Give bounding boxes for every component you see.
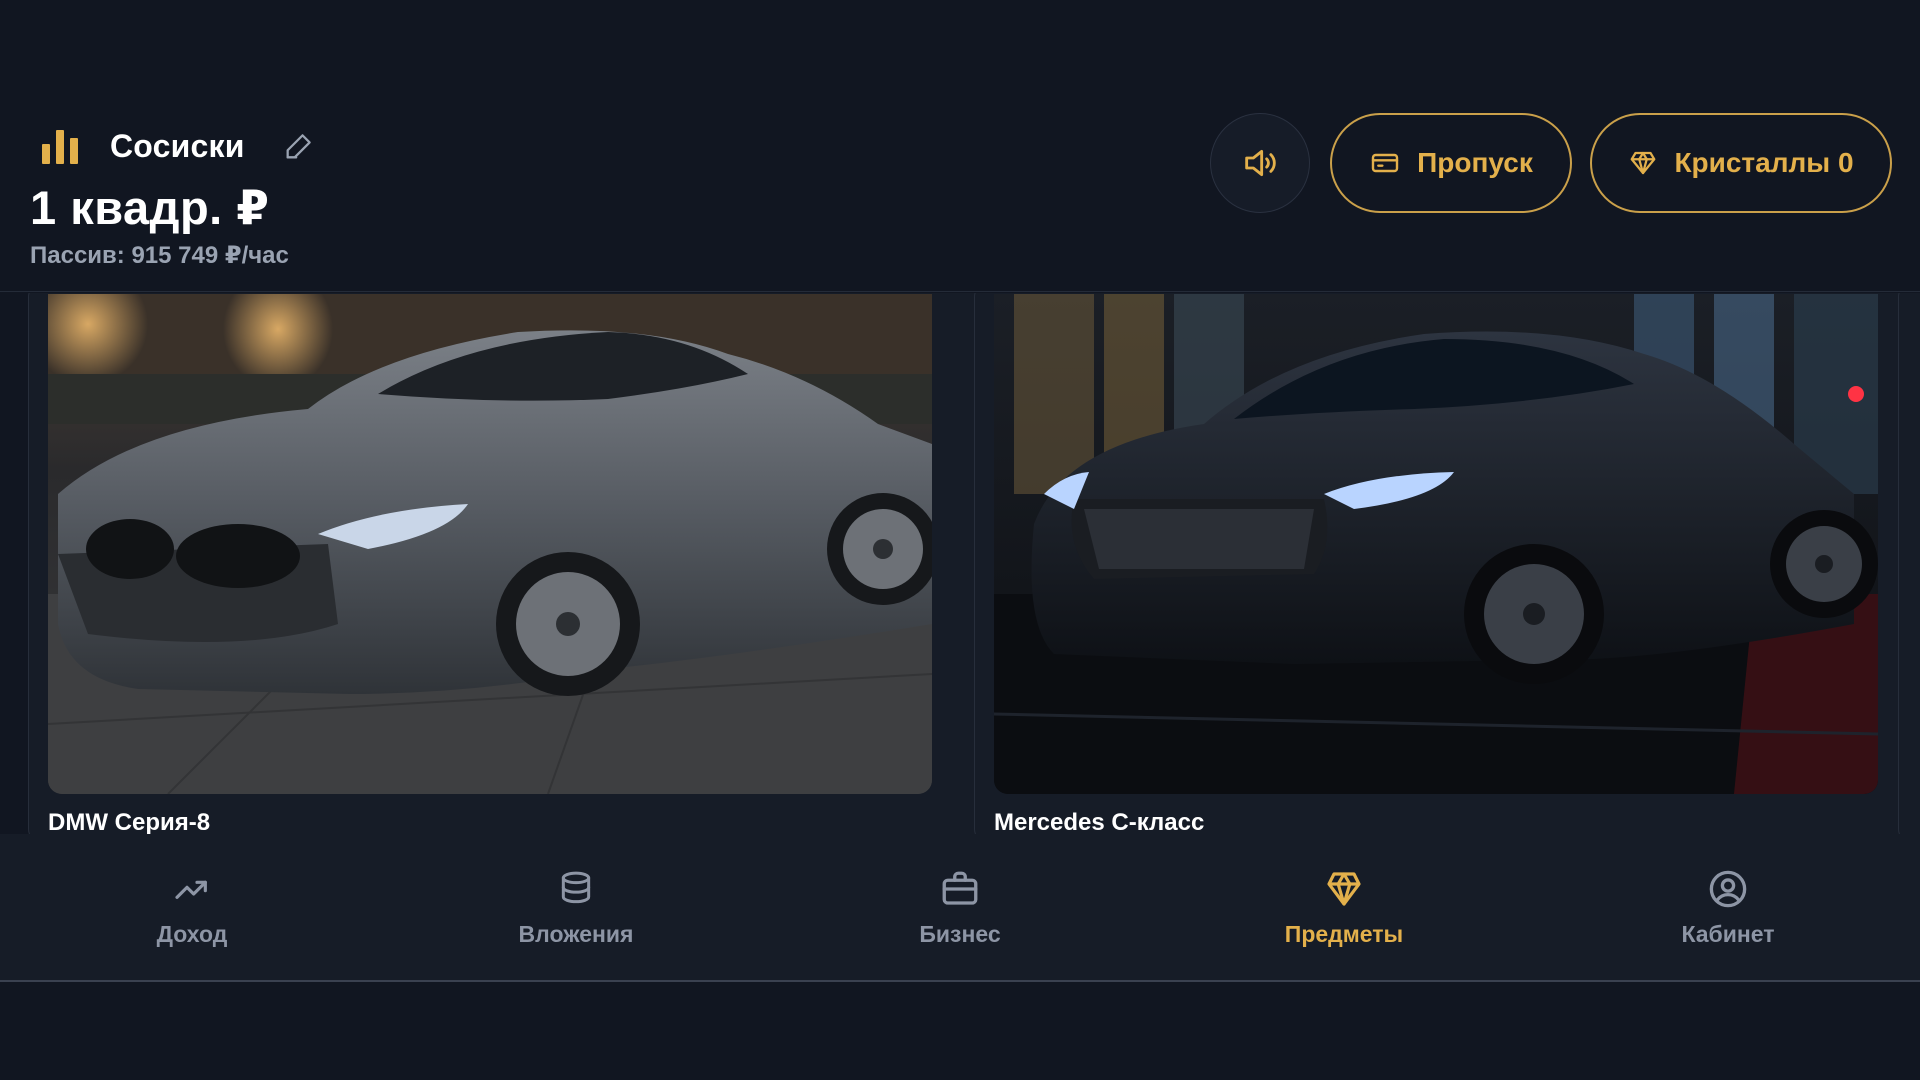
crystals-button[interactable]: Кристаллы 0 bbox=[1590, 113, 1892, 213]
user-circle-icon bbox=[1706, 867, 1750, 911]
car-image bbox=[48, 294, 932, 794]
nav-label: Вложения bbox=[518, 920, 634, 947]
database-icon bbox=[554, 867, 598, 911]
nav-label: Бизнес bbox=[919, 920, 1001, 947]
bar-chart-icon bbox=[42, 128, 82, 164]
item-title: Mercedes C-класс bbox=[994, 809, 1205, 834]
sound-button[interactable] bbox=[1210, 113, 1310, 213]
trending-up-icon bbox=[170, 867, 214, 911]
app-screen: Сосиски 1 квадр. ₽ Пассив: 915 749 ₽/час bbox=[0, 0, 1920, 1080]
car-image bbox=[994, 294, 1878, 794]
pass-button-label: Пропуск bbox=[1417, 147, 1533, 178]
diamond-icon bbox=[1322, 867, 1366, 911]
nav-item-income[interactable]: Доход bbox=[0, 834, 384, 980]
nav-item-cabinet[interactable]: Кабинет bbox=[1536, 834, 1920, 980]
nav-label: Доход bbox=[156, 920, 228, 947]
briefcase-icon bbox=[938, 867, 982, 911]
footer-space bbox=[0, 982, 1920, 1080]
speaker-icon bbox=[1245, 149, 1276, 177]
balance: 1 квадр. ₽ bbox=[30, 181, 270, 234]
item-card[interactable]: Mercedes C-класс bbox=[974, 293, 1920, 834]
group-title-row: Сосиски bbox=[42, 122, 319, 170]
nav-label: Кабинет bbox=[1681, 920, 1775, 947]
crystals-button-label: Кристаллы 0 bbox=[1674, 147, 1854, 178]
item-title: DMW Серия-8 bbox=[48, 809, 211, 834]
nav-item-business[interactable]: Бизнес bbox=[768, 834, 1152, 980]
item-card-partial[interactable] bbox=[1898, 293, 1920, 834]
pass-button[interactable]: Пропуск bbox=[1330, 113, 1572, 213]
items-grid: DMW Серия-8 Mercedes C-класс bbox=[0, 293, 1920, 834]
nav-item-investments[interactable]: Вложения bbox=[384, 834, 768, 980]
ticket-icon bbox=[1371, 153, 1399, 173]
header: Сосиски 1 квадр. ₽ Пассив: 915 749 ₽/час bbox=[0, 0, 1920, 292]
nav-label: Предметы bbox=[1284, 920, 1404, 947]
bottom-nav: Доход Вложения Бизнес Предметы Кабинет bbox=[0, 834, 1920, 982]
diamond-icon bbox=[1631, 151, 1656, 175]
passive-income: Пассив: 915 749 ₽/час bbox=[30, 242, 289, 269]
group-name: Сосиски bbox=[110, 127, 245, 164]
nav-item-items[interactable]: Предметы bbox=[1152, 834, 1536, 980]
item-card[interactable]: DMW Серия-8 bbox=[28, 293, 980, 834]
pencil-icon[interactable] bbox=[279, 126, 319, 166]
